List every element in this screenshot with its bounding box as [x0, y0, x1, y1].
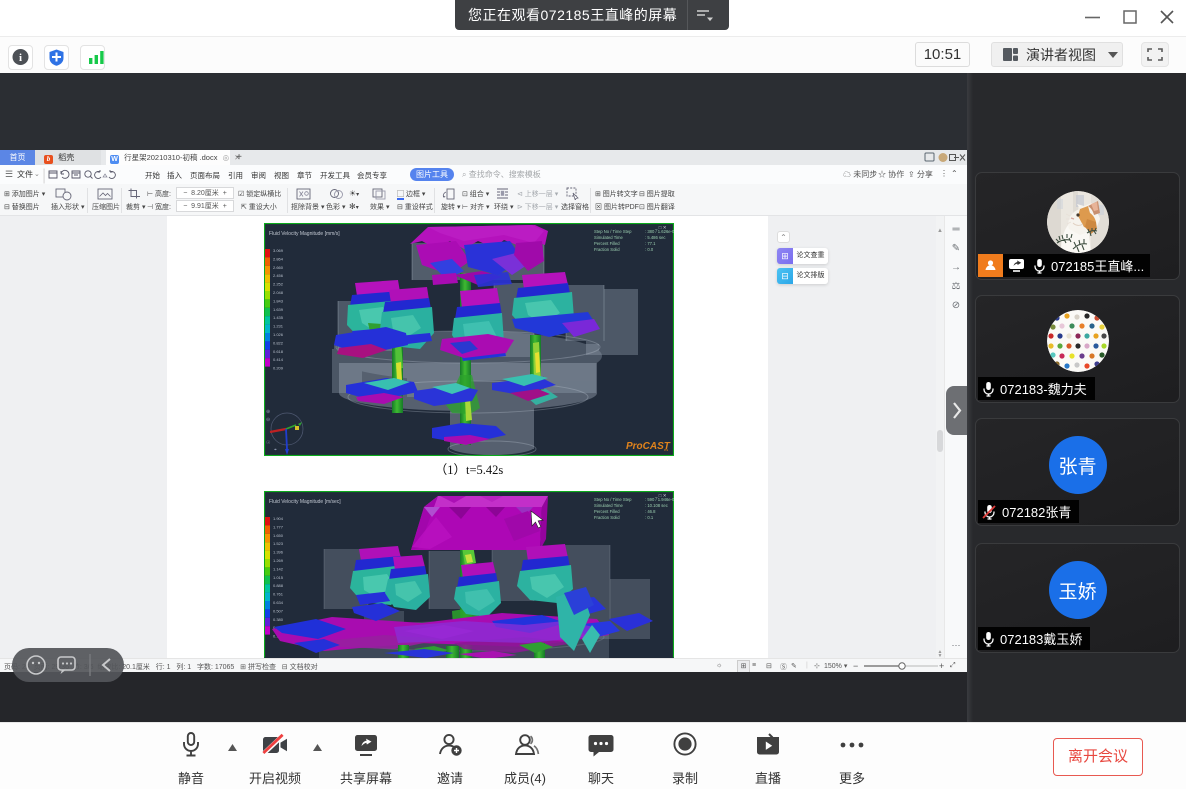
- svg-text:Fraction Solid: Fraction Solid: [594, 247, 620, 252]
- svg-text:2.864: 2.864: [273, 256, 284, 261]
- svg-text:Step No / Time Step: Step No / Time Step: [594, 229, 632, 234]
- svg-text:Simulated Time: Simulated Time: [594, 503, 624, 508]
- svg-text:1.231: 1.231: [273, 324, 284, 329]
- svg-text:1.142: 1.142: [273, 566, 284, 571]
- svg-text:: 10.108 sec: : 10.108 sec: [645, 503, 668, 508]
- svg-text:Step No / Time Step: Step No / Time Step: [594, 497, 632, 502]
- svg-text:⊕: ⊕: [266, 409, 270, 415]
- svg-text:1.435: 1.435: [273, 315, 284, 320]
- svg-text:Simulated Time: Simulated Time: [594, 235, 624, 240]
- svg-text:2.456: 2.456: [273, 273, 284, 278]
- svg-text:0.761: 0.761: [273, 592, 284, 597]
- svg-text:1.026: 1.026: [273, 332, 284, 337]
- svg-text:: 0.0: : 0.0: [645, 247, 654, 252]
- svg-text:es: es: [664, 447, 668, 452]
- svg-text:1.396: 1.396: [273, 550, 284, 555]
- svg-text:1.904: 1.904: [273, 516, 284, 521]
- svg-text:Fluid Velocity Magnitude [mm/s: Fluid Velocity Magnitude [mm/s]: [269, 231, 340, 237]
- svg-text:: 5.486 sec: : 5.486 sec: [645, 235, 666, 240]
- svg-text:0.618: 0.618: [273, 349, 284, 354]
- svg-text:☉: ☉: [266, 440, 271, 446]
- svg-text:Percent Filled: Percent Filled: [594, 241, 620, 246]
- svg-text:0.209: 0.209: [273, 366, 284, 371]
- svg-text:: 380 / 1.626e-002: : 380 / 1.626e-002: [645, 229, 674, 234]
- svg-text:1.639: 1.639: [273, 307, 284, 312]
- svg-text:0.888: 0.888: [273, 583, 284, 588]
- svg-text:0.822: 0.822: [273, 340, 284, 345]
- svg-text:: 77.1: : 77.1: [645, 241, 656, 246]
- svg-text:1.269: 1.269: [273, 558, 284, 563]
- svg-text:3.069: 3.069: [273, 248, 284, 253]
- svg-text:0.507: 0.507: [273, 608, 284, 613]
- svg-text:0.380: 0.380: [273, 617, 284, 622]
- svg-text:1.650: 1.650: [273, 533, 284, 538]
- svg-text:2.252: 2.252: [273, 282, 284, 287]
- svg-text:Percent Filled: Percent Filled: [594, 509, 620, 514]
- svg-text:: 46.8: : 46.8: [645, 509, 656, 514]
- svg-text:Fluid Velocity Magnitude [m/se: Fluid Velocity Magnitude [m/sec]: [269, 499, 341, 505]
- svg-text:0.634: 0.634: [273, 600, 284, 605]
- svg-text:Fraction Solid: Fraction Solid: [594, 515, 620, 520]
- svg-text:⌖: ⌖: [274, 447, 277, 453]
- svg-text:⊖: ⊖: [266, 417, 270, 423]
- svg-text:i: i: [19, 52, 22, 64]
- svg-text:1.777: 1.777: [273, 524, 284, 529]
- svg-text:: 590 / 1.946e-002: : 590 / 1.946e-002: [645, 497, 674, 502]
- svg-text:: 0.1: : 0.1: [645, 515, 654, 520]
- svg-text:1.015: 1.015: [273, 575, 284, 580]
- svg-text:1.523: 1.523: [273, 541, 284, 546]
- svg-text:1.843: 1.843: [273, 298, 284, 303]
- svg-text:2.048: 2.048: [273, 290, 284, 295]
- svg-text:2.660: 2.660: [273, 265, 284, 270]
- svg-text:0.414: 0.414: [273, 357, 284, 362]
